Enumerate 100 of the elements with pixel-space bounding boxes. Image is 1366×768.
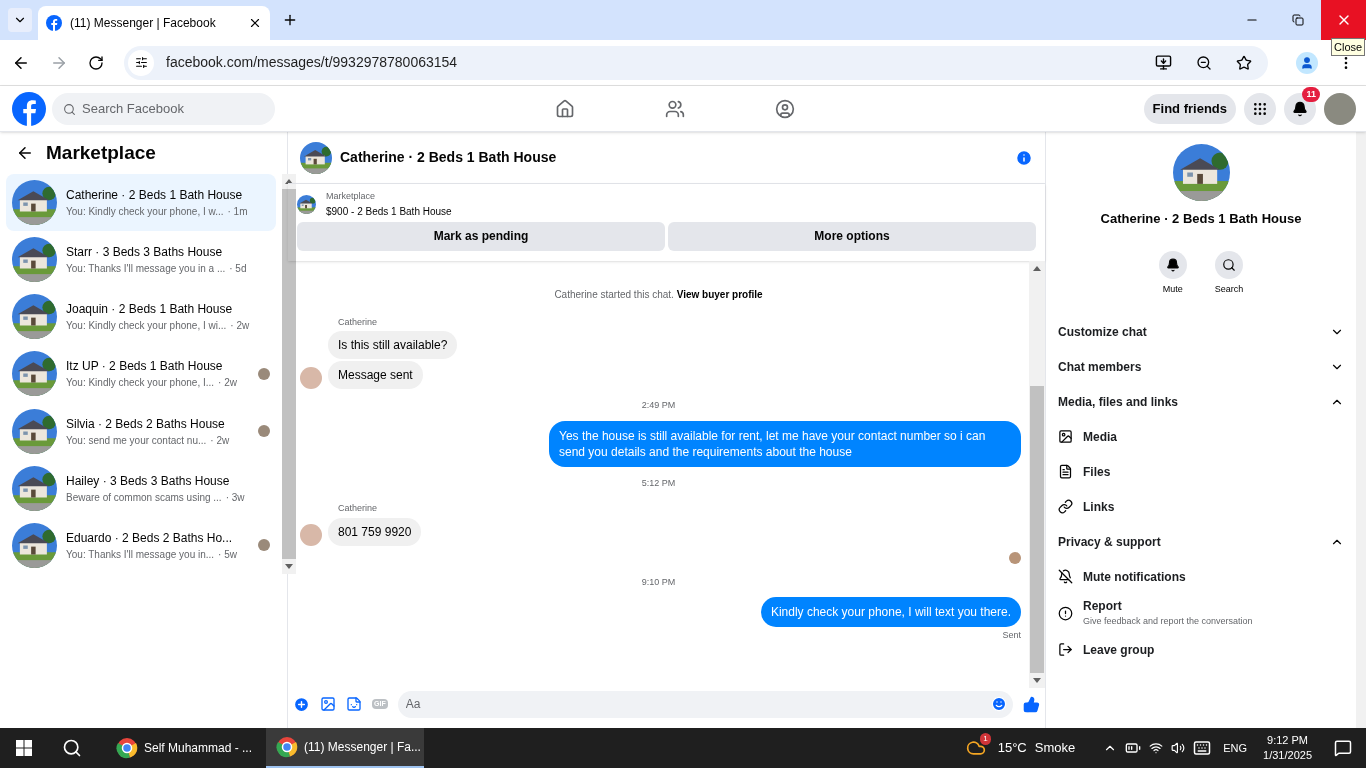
message-preview: You: Kindly check your phone, I wi... (66, 319, 227, 334)
conversation-item[interactable]: Itz UP · 2 Beds 1 Bath House You: Kindly check your phone, I... · 2w (6, 345, 277, 403)
message-time: · 1m (227, 205, 248, 220)
windows-logo-icon[interactable] (16, 740, 32, 756)
new-tab-icon[interactable] (282, 12, 298, 28)
weather-icon[interactable] (965, 738, 986, 758)
conversation-item[interactable]: Silvia · 2 Beds 2 Baths House You: send me your contact nu... · 2w (6, 402, 277, 460)
scroll-down-icon[interactable] (1033, 678, 1041, 683)
browser-tab[interactable]: (11) Messenger | Facebook (38, 6, 270, 40)
reload-icon[interactable] (88, 54, 104, 71)
friends-icon[interactable] (665, 98, 685, 119)
details-item[interactable]: Mute notifications (1058, 559, 1344, 594)
language-indicator[interactable]: ENG (1223, 739, 1248, 757)
section-header[interactable]: Media, files and links (1058, 384, 1344, 419)
groups-icon[interactable] (775, 98, 795, 119)
scroll-up-icon[interactable] (285, 179, 294, 184)
conversation-item[interactable]: Joaquin · 2 Beds 1 Bath House You: Kindly check your phone, I wi... · 2w (6, 288, 277, 346)
photo-icon[interactable] (320, 696, 336, 712)
volume-icon[interactable] (1171, 741, 1186, 755)
zoom-icon[interactable] (1196, 54, 1212, 71)
back-icon[interactable] (16, 144, 34, 162)
bookmark-icon[interactable] (1236, 54, 1252, 71)
search-icon (63, 102, 76, 116)
like-icon[interactable] (1023, 695, 1040, 713)
browser-icon (116, 737, 138, 759)
page-scrollbar[interactable] (1356, 132, 1366, 728)
view-profile-link[interactable]: View buyer profile (676, 288, 763, 300)
site-settings-button[interactable] (128, 49, 154, 76)
section-header[interactable]: Customize chat (1058, 314, 1344, 349)
section-header[interactable]: Chat members (1058, 349, 1344, 384)
profile-button[interactable] (1296, 51, 1318, 74)
details-item[interactable]: Report Give feedback and report the conversation (1058, 594, 1344, 632)
details-item[interactable]: Leave group (1058, 632, 1344, 667)
message-field[interactable]: Aa (397, 690, 1013, 718)
scrollbar[interactable] (1029, 260, 1045, 688)
timestamp: 5:12 PM (640, 476, 677, 490)
search-icon (1222, 257, 1236, 272)
grid-icon (1252, 100, 1268, 117)
chat-notice: Catherine started this chat. View buyer profile (553, 287, 764, 302)
listing-action-button[interactable]: Mark as pending (297, 221, 665, 251)
outgoing-message: Yes the house is still available for rent, let me have your contact number so i can send you details and the requirements about the house (549, 420, 1021, 467)
scroll-down-icon[interactable] (285, 564, 294, 569)
find-friends-button[interactable]: Find friends (1143, 93, 1236, 124)
conversation-title: Starr · 3 Beds 3 Baths House (66, 244, 224, 262)
message-preview: You: Thanks I'll message you in a ... (66, 262, 226, 277)
taskbar-app[interactable]: Self Muhammad - ... (106, 728, 264, 768)
menu-button[interactable] (1244, 92, 1276, 125)
close-tab-icon[interactable] (248, 16, 262, 30)
conversation-item[interactable]: Starr · 3 Beds 3 Baths House You: Thanks I'll message you in a ... · 5d (6, 231, 277, 289)
address-bar[interactable]: facebook.com/messages/t/9932978780063154 (124, 45, 1268, 80)
person-icon (1300, 55, 1314, 70)
message-time: · 2w (230, 319, 250, 334)
avatar (300, 523, 322, 546)
facebook-logo-icon (46, 15, 62, 31)
browser-icon (276, 736, 298, 758)
sticker-icon[interactable] (346, 696, 362, 712)
message-preview: Beware of common scams using ... (66, 490, 222, 505)
notifications-icon[interactable] (1334, 739, 1352, 757)
message-time: · 2w (210, 433, 230, 448)
incoming-message: 801 759 9920 (328, 517, 422, 546)
message-preview: You: Thanks I'll message you in... (66, 547, 215, 562)
details-item[interactable]: Files (1058, 454, 1344, 489)
sliders-icon (134, 56, 148, 69)
details-item[interactable]: Links (1058, 489, 1344, 524)
clock[interactable]: 9:12 PM 1/31/2025 (1263, 733, 1312, 763)
wifi-icon[interactable] (1149, 741, 1164, 755)
add-icon[interactable] (293, 695, 310, 713)
restore-icon[interactable] (1292, 14, 1304, 26)
keyboard-icon[interactable] (1193, 739, 1212, 757)
message-time: · 3w (225, 490, 245, 505)
link-icon (1058, 499, 1073, 514)
temperature: 15°C (997, 739, 1027, 758)
conversation-item[interactable]: Catherine · 2 Beds 1 Bath House You: Kindly check your phone, I w... · 1m (6, 174, 277, 232)
scroll-up-icon[interactable] (1033, 265, 1041, 271)
taskbar-app[interactable]: (11) Messenger | Fa... (266, 728, 424, 768)
battery-icon[interactable] (1125, 740, 1142, 756)
notifications-button[interactable] (1284, 92, 1316, 125)
sender-name: Catherine (338, 502, 378, 515)
file-icon (1058, 464, 1073, 479)
message-preview: You: send me your contact nu... (66, 433, 207, 448)
facebook-logo-icon[interactable] (12, 91, 46, 126)
tab-list-button[interactable] (8, 8, 32, 32)
info-icon[interactable] (1015, 148, 1033, 167)
scrollbar[interactable] (282, 174, 297, 574)
listing-action-button[interactable]: More options (668, 221, 1036, 251)
conversation-item[interactable]: Eduardo · 2 Beds 2 Baths Ho... You: Thanks I'll message you in... · 5w (6, 516, 277, 574)
image-icon (1058, 429, 1073, 444)
conversation-item[interactable]: Hailey · 3 Beds 3 Baths House Beware of common scams using ... · 3w (6, 459, 277, 517)
home-icon[interactable] (555, 98, 575, 119)
search-icon[interactable] (62, 738, 82, 758)
details-item[interactable]: Media (1058, 419, 1344, 454)
search-field[interactable]: Search Facebook (52, 92, 275, 125)
message-status: Sent (1002, 629, 1021, 642)
close-window-button[interactable] (1321, 0, 1366, 40)
bell-icon (1165, 257, 1180, 272)
section-header[interactable]: Privacy & support (1058, 524, 1344, 559)
install-icon[interactable] (1155, 54, 1172, 71)
message-time: · 2w (218, 376, 237, 391)
exit-icon (1058, 642, 1073, 657)
url-text: facebook.com/messages/t/9932978780063154 (166, 53, 459, 72)
